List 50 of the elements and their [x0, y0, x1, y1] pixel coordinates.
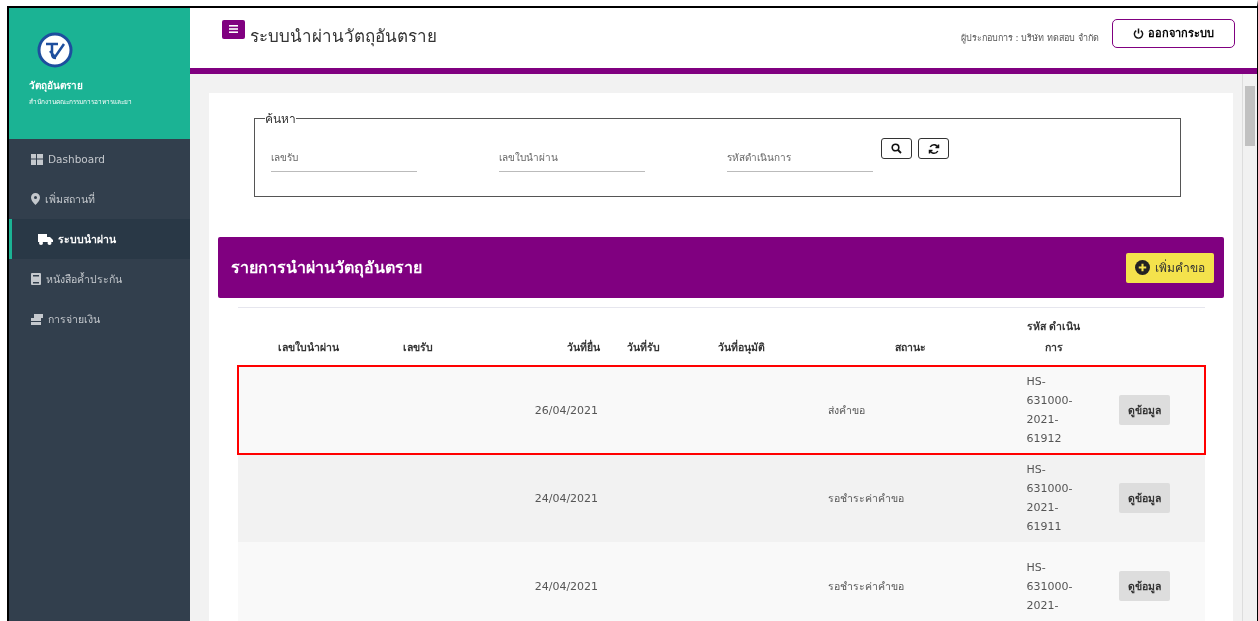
logo-icon — [37, 32, 73, 68]
column-header: เลขรับ — [378, 308, 457, 366]
sidebar-item[interactable]: หนังสือค้ำประกัน — [9, 259, 190, 299]
plus-circle-icon — [1135, 260, 1150, 275]
sidebar-item[interactable]: เพิ่มสถานที่ — [9, 179, 190, 219]
page-title: ระบบนำผ่านวัตถุอันตราย — [250, 24, 437, 49]
sidebar-item[interactable]: การจ่ายเงิน — [9, 299, 190, 339]
power-icon — [1133, 27, 1144, 39]
sidebar-item-label: การจ่ายเงิน — [48, 311, 100, 327]
column-header: รหัส ดำเนิน การ — [1022, 308, 1085, 366]
table-cell: ส่งคำขอ — [828, 403, 866, 416]
table-cell: 26/04/2021 — [534, 403, 599, 417]
menu-button[interactable] — [222, 19, 245, 39]
column-header: สถานะ — [798, 308, 1023, 366]
refresh-icon — [927, 142, 940, 155]
table-cell: HS-631000-2021-61912 — [1026, 375, 1073, 445]
sidebar-item-label: หนังสือค้ำประกัน — [46, 271, 122, 287]
column-header: วันที่ยื่น — [456, 308, 603, 366]
map-pin-icon — [31, 193, 40, 205]
logout-button[interactable]: ออกจากระบบ — [1112, 18, 1235, 48]
money-stack-icon — [31, 313, 43, 325]
refresh-button[interactable] — [918, 138, 949, 159]
search-icon — [891, 143, 902, 154]
table-cell: HS-631000-2021-61911 — [1026, 463, 1073, 533]
grid-icon — [31, 153, 43, 165]
add-request-button[interactable]: เพิ่มคำขอ — [1126, 252, 1214, 283]
column-header: วันที่รับ — [602, 308, 686, 366]
brand-name: วัตถุอันตราย — [29, 79, 84, 93]
view-button[interactable]: ดูข้อมูล — [1119, 571, 1171, 601]
table-cell: รอชำระค่าคำขอ — [828, 579, 905, 592]
sidebar-item-label: ระบบนำผ่าน — [58, 231, 116, 247]
table-cell: 24/04/2021 — [534, 579, 599, 593]
user-label: ผู้ประกอบการ : บริษัท ทดสอบ จำกัด — [960, 32, 1099, 45]
truck-icon — [38, 233, 53, 245]
sidebar-item[interactable]: Dashboard — [9, 139, 190, 179]
view-button[interactable]: ดูข้อมูล — [1119, 395, 1171, 425]
search-legend: ค้นหา — [265, 109, 296, 128]
view-button[interactable]: ดูข้อมูล — [1119, 483, 1171, 513]
sidebar-item-label: เพิ่มสถานที่ — [45, 191, 95, 207]
book-icon — [31, 273, 41, 285]
search-button[interactable] — [881, 138, 912, 159]
column-header: เลขใบนำผ่าน — [238, 308, 379, 366]
table-cell: รอชำระค่าคำขอ — [828, 491, 905, 504]
table-cell: HS-631000-2021- — [1026, 560, 1073, 612]
column-header: วันที่อนุมัติ — [685, 308, 799, 366]
sidebar-item-label: Dashboard — [48, 153, 105, 165]
list-title: รายการนำผ่านวัตถุอันตราย — [231, 257, 422, 280]
sidebar-item[interactable]: ระบบนำผ่าน — [9, 219, 190, 259]
table-cell: 24/04/2021 — [534, 491, 599, 505]
menu-icon — [229, 25, 238, 33]
